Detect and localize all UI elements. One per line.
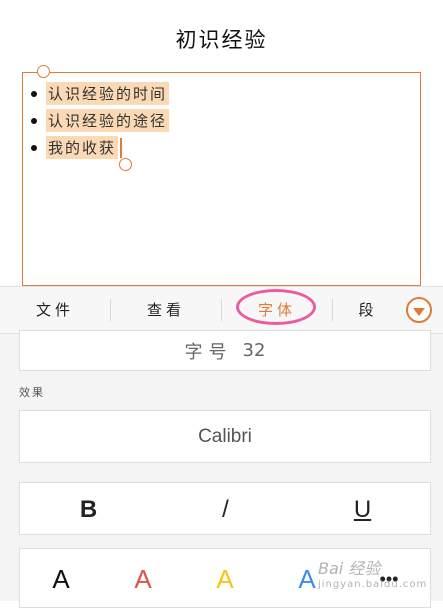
selection-end-handle[interactable]	[119, 158, 132, 171]
text-style-group: B / U	[19, 482, 431, 535]
font-size-label: 字号	[184, 341, 233, 363]
color-black-button[interactable]: A	[20, 549, 102, 609]
tab-file[interactable]: 文件	[0, 287, 110, 333]
more-tabs-button[interactable]	[406, 297, 432, 323]
watermark: Bai 经验 jingyan.baidu.com	[318, 555, 427, 590]
font-name-selector[interactable]: Calibri	[19, 410, 431, 463]
chevron-down-icon	[413, 307, 425, 316]
color-red-button[interactable]: A	[102, 549, 184, 609]
ribbon-tab-bar: 文件 查看 字体 段	[0, 286, 443, 334]
bold-button[interactable]: B	[20, 483, 157, 536]
selection-start-handle[interactable]	[37, 65, 50, 78]
bullet-icon	[31, 90, 37, 97]
font-size-value: 32	[242, 340, 266, 361]
underline-button[interactable]: U	[294, 483, 431, 536]
effects-label: 效果	[19, 386, 45, 399]
color-yellow-button[interactable]: A	[184, 549, 266, 609]
slide-title[interactable]: 初识经验	[0, 24, 443, 54]
watermark-text: Bai 经验	[318, 559, 381, 578]
tab-view[interactable]: 查看	[111, 287, 221, 333]
text-box[interactable]: 认识经验的时间 认识经验的途径 我的收获	[22, 65, 421, 286]
list-item[interactable]: 我的收获	[31, 134, 169, 161]
list-item[interactable]: 认识经验的途径	[31, 107, 170, 134]
bullet-icon	[31, 117, 37, 124]
tab-font[interactable]: 字体	[222, 287, 332, 333]
list-item[interactable]: 认识经验的时间	[31, 80, 170, 107]
text-cursor	[120, 137, 122, 158]
watermark-url: jingyan.baidu.com	[318, 579, 428, 590]
bullet-text: 认识经验的时间	[46, 82, 170, 105]
bullet-text: 我的收获	[46, 136, 119, 159]
bullet-icon	[31, 144, 37, 151]
tab-paragraph[interactable]: 段	[333, 287, 403, 333]
font-size-field[interactable]: 字号 32	[19, 330, 431, 371]
bullet-text: 认识经验的途径	[46, 109, 170, 132]
italic-button[interactable]: /	[157, 483, 294, 536]
bullet-list: 认识经验的时间 认识经验的途径 我的收获	[31, 80, 170, 161]
